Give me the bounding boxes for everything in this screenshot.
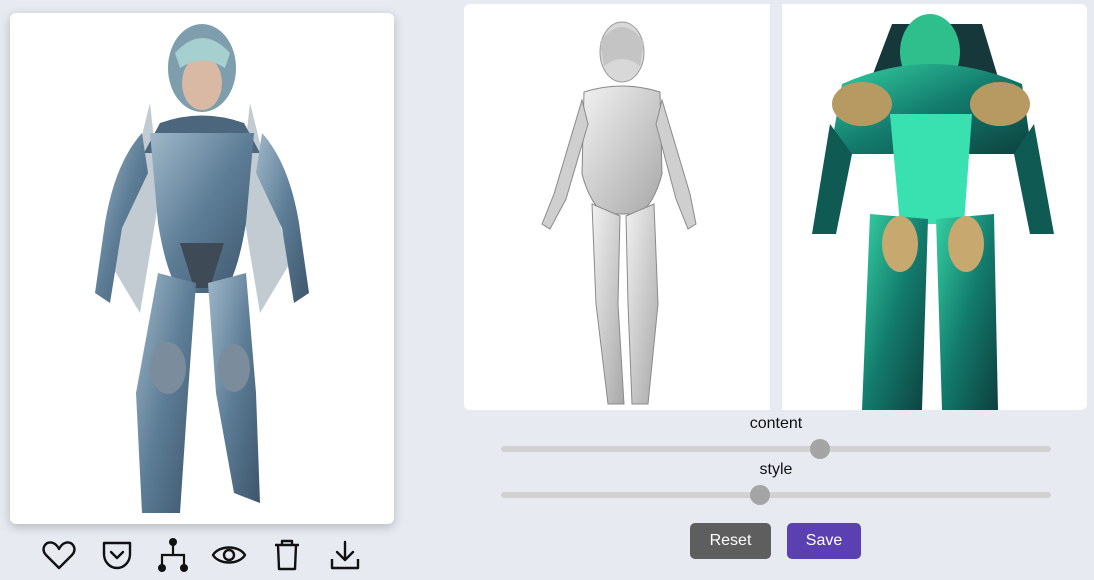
- heart-icon: [42, 541, 76, 570]
- pocket-button[interactable]: [98, 536, 136, 574]
- save-button[interactable]: Save: [787, 523, 861, 559]
- content-character-image: [541, 21, 697, 405]
- download-button[interactable]: [326, 536, 364, 574]
- style-character-image: [812, 14, 1054, 410]
- branch-icon: [158, 538, 188, 572]
- trash-icon: [275, 539, 299, 571]
- branch-button[interactable]: [154, 536, 192, 574]
- action-toolbar: [38, 536, 378, 574]
- preview-button[interactable]: [210, 536, 248, 574]
- content-image-card: [464, 4, 770, 410]
- reset-button[interactable]: Reset: [690, 523, 771, 559]
- content-slider-thumb[interactable]: [810, 439, 830, 459]
- result-character-image: [95, 24, 309, 513]
- style-image-card: [782, 4, 1087, 410]
- result-image-card: [10, 13, 394, 524]
- download-icon: [330, 540, 360, 570]
- style-slider-thumb[interactable]: [749, 485, 770, 505]
- content-slider-label: content: [749, 415, 803, 432]
- eye-icon: [211, 546, 247, 564]
- style-slider-label: style: [759, 461, 793, 478]
- style-slider[interactable]: [501, 485, 1051, 505]
- favorite-button[interactable]: [40, 536, 78, 574]
- pocket-icon: [102, 541, 132, 570]
- content-slider[interactable]: [501, 439, 1051, 459]
- delete-button[interactable]: [268, 536, 306, 574]
